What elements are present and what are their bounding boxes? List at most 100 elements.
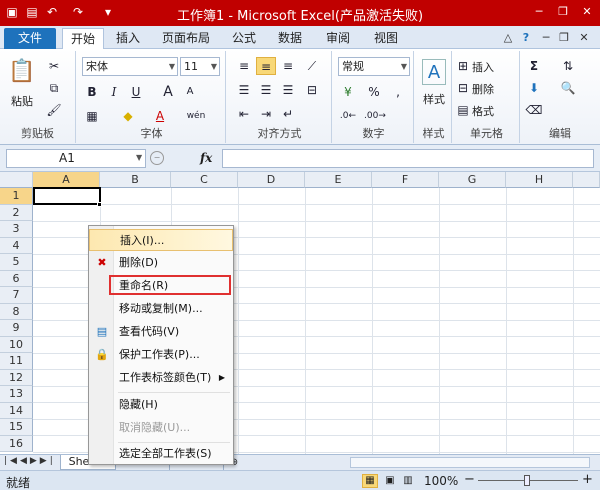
wrap-text-icon[interactable]: ↵ xyxy=(278,105,298,123)
close-icon[interactable]: ✕ xyxy=(578,4,596,20)
normal-view-icon[interactable]: ▦ xyxy=(362,474,378,488)
italic-button[interactable]: I xyxy=(104,83,124,101)
insert-function-button[interactable]: fx xyxy=(200,149,218,168)
fill-color-icon[interactable]: ◆ xyxy=(118,107,138,125)
sheet-nav-arrows-icon[interactable]: |◀◀▶▶| xyxy=(4,456,56,466)
format-painter-icon[interactable]: 🖌 xyxy=(44,101,64,119)
font-size-select[interactable]: 11 ▼ xyxy=(180,57,220,76)
formula-input[interactable] xyxy=(222,149,594,168)
chevron-down-icon[interactable]: ▼ xyxy=(136,153,142,162)
paste-icon[interactable]: 📋 xyxy=(8,57,36,87)
increase-decimal-icon[interactable]: .0← xyxy=(338,107,358,125)
decrease-indent-icon[interactable]: ⇤ xyxy=(234,105,254,123)
tab-file[interactable]: 文件 xyxy=(4,28,56,49)
row-header-10[interactable]: 10 xyxy=(0,336,33,353)
minimize-icon[interactable]: ─ xyxy=(530,4,548,20)
menu-item-insert[interactable]: 插入(I)... xyxy=(89,229,233,251)
row-header-4[interactable]: 4 xyxy=(0,237,33,254)
align-bottom-icon[interactable]: ≡ xyxy=(278,57,298,75)
insert-cells-icon[interactable]: ⊞ xyxy=(456,57,470,75)
autosum-button[interactable]: Σ xyxy=(524,57,544,75)
page-break-view-icon[interactable]: ▥ xyxy=(400,474,416,488)
delete-cells-button[interactable]: 删除 xyxy=(472,81,512,97)
grow-font-button[interactable]: A xyxy=(158,83,178,101)
menu-item-select-all-sheets[interactable]: 选定全部工作表(S) xyxy=(89,443,233,465)
expand-formula-icon[interactable]: − xyxy=(150,151,164,165)
tab-page-layout[interactable]: 页面布局 xyxy=(154,30,218,49)
format-cells-icon[interactable]: ▤ xyxy=(456,101,470,119)
orientation-icon[interactable]: ⟋ xyxy=(302,57,322,75)
menu-item-tab-color[interactable]: 工作表标签颜色(T) ▶ xyxy=(89,367,233,389)
decrease-decimal-icon[interactable]: .00→ xyxy=(364,107,386,125)
tab-formulas[interactable]: 公式 xyxy=(224,30,264,49)
column-header-f[interactable]: F xyxy=(372,172,439,188)
menu-item-protect-sheet[interactable]: 🔒 保护工作表(P)... xyxy=(89,344,233,366)
tab-insert[interactable]: 插入 xyxy=(108,30,148,49)
row-header-6[interactable]: 6 xyxy=(0,270,33,287)
font-color-button[interactable]: A xyxy=(150,107,170,125)
shrink-font-button[interactable]: A xyxy=(180,83,200,101)
column-header-g[interactable]: G xyxy=(439,172,506,188)
styles-button[interactable]: 样式 xyxy=(418,91,450,107)
row-header-9[interactable]: 9 xyxy=(0,320,33,337)
column-header-a[interactable]: A xyxy=(33,172,100,188)
tab-view[interactable]: 视图 xyxy=(366,30,406,49)
column-header-partial[interactable] xyxy=(573,172,600,188)
sort-filter-icon[interactable]: ⇅ xyxy=(558,57,578,75)
column-header-c[interactable]: C xyxy=(171,172,238,188)
find-select-icon[interactable]: 🔍 xyxy=(558,79,578,97)
row-header-15[interactable]: 15 xyxy=(0,419,33,436)
page-layout-view-icon[interactable]: ▣ xyxy=(382,474,398,488)
tab-home[interactable]: 开始 xyxy=(62,28,104,50)
number-format-select[interactable]: 常规 ▼ xyxy=(338,57,410,76)
fill-handle[interactable] xyxy=(97,202,102,207)
insert-cells-button[interactable]: 插入 xyxy=(472,59,512,75)
align-middle-icon[interactable]: ≡ xyxy=(256,57,276,75)
zoom-in-button[interactable]: + xyxy=(582,472,593,487)
align-top-icon[interactable]: ≡ xyxy=(234,57,254,75)
column-header-e[interactable]: E xyxy=(305,172,372,188)
phonetic-button[interactable]: wén xyxy=(182,107,210,125)
menu-item-move-copy[interactable]: 移动或复制(M)... xyxy=(89,298,233,320)
cut-icon[interactable]: ✂ xyxy=(44,57,64,75)
row-header-5[interactable]: 5 xyxy=(0,254,33,271)
bold-button[interactable]: B xyxy=(82,83,102,101)
merge-center-icon[interactable]: ⊟ xyxy=(302,81,322,99)
wb-restore-icon[interactable]: ❐ xyxy=(556,31,572,45)
zoom-slider-thumb[interactable] xyxy=(524,475,530,486)
selected-cell-a1[interactable] xyxy=(33,187,101,205)
menu-item-hide[interactable]: 隐藏(H) xyxy=(89,394,233,416)
underline-button[interactable]: U xyxy=(126,83,146,101)
menu-item-view-code[interactable]: ▤ 查看代码(V) xyxy=(89,321,233,343)
tab-review[interactable]: 审阅 xyxy=(318,30,358,49)
zoom-out-button[interactable]: − xyxy=(464,472,475,487)
row-header-8[interactable]: 8 xyxy=(0,303,33,320)
font-name-select[interactable]: 宋体 ▼ xyxy=(82,57,178,76)
row-header-7[interactable]: 7 xyxy=(0,287,33,304)
comma-button[interactable]: , xyxy=(388,83,408,101)
row-header-1[interactable]: 1 xyxy=(0,188,33,205)
align-left-icon[interactable]: ☰ xyxy=(234,81,254,99)
minimize-ribbon-icon[interactable]: △ xyxy=(500,31,516,45)
select-all-corner[interactable] xyxy=(0,172,33,188)
help-icon[interactable]: ? xyxy=(518,31,534,45)
paste-button[interactable]: 粘贴 xyxy=(6,93,38,109)
wb-minimize-icon[interactable]: ─ xyxy=(538,31,554,45)
row-header-2[interactable]: 2 xyxy=(0,204,33,221)
row-header-13[interactable]: 13 xyxy=(0,386,33,403)
row-header-3[interactable]: 3 xyxy=(0,221,33,238)
borders-icon[interactable]: ▦ xyxy=(82,107,102,125)
horizontal-scrollbar[interactable] xyxy=(350,457,590,468)
wb-close-icon[interactable]: ✕ xyxy=(576,31,592,45)
align-right-icon[interactable]: ☰ xyxy=(278,81,298,99)
styles-icon[interactable]: A xyxy=(422,59,446,85)
row-header-14[interactable]: 14 xyxy=(0,402,33,419)
align-center-icon[interactable]: ☰ xyxy=(256,81,276,99)
tab-data[interactable]: 数据 xyxy=(270,30,310,49)
fill-icon[interactable]: ⬇ xyxy=(524,79,544,97)
row-header-11[interactable]: 11 xyxy=(0,353,33,370)
copy-icon[interactable]: ⧉ xyxy=(44,79,64,97)
restore-icon[interactable]: ❐ xyxy=(554,4,572,20)
name-box[interactable]: A1 xyxy=(6,149,146,168)
percent-button[interactable]: % xyxy=(364,83,384,101)
